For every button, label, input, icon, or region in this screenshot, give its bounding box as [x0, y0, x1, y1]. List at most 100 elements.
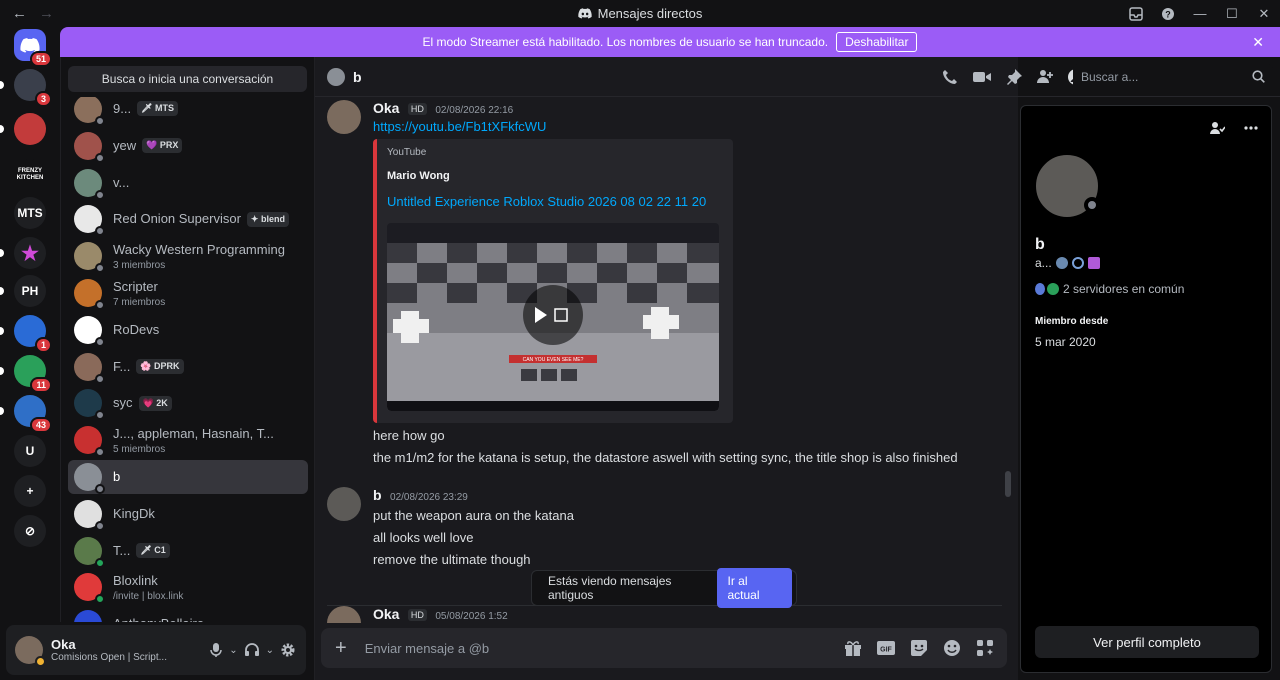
chat-search-placeholder: Buscar a...: [1081, 70, 1139, 84]
avatar[interactable]: [15, 636, 46, 667]
video-thumbnail[interactable]: CAN YOU EVEN SEE ME?: [387, 223, 719, 411]
emoji-icon[interactable]: [942, 639, 962, 657]
dm-item[interactable]: v...: [68, 166, 308, 200]
avatar[interactable]: [327, 487, 361, 521]
microphone-icon[interactable]: [209, 642, 223, 658]
forward-arrow-icon[interactable]: →: [39, 5, 54, 22]
server-server-icon[interactable]: [14, 113, 46, 145]
attach-plus-icon[interactable]: +: [335, 637, 347, 660]
server-add-server-icon[interactable]: +: [14, 475, 46, 507]
unread-pill: [0, 287, 4, 295]
embed-title[interactable]: Untitled Experience Roblox Studio 2026 0…: [387, 194, 721, 209]
clan-tag: HD: [407, 608, 427, 621]
dm-name: AnthonyBellaire: [113, 616, 204, 622]
dm-text: F... 🌸 DPRK: [113, 358, 184, 376]
jump-to-present-button[interactable]: Ir al actual: [717, 568, 792, 608]
message-link[interactable]: https://youtu.be/Fb1tXFkfcWU: [373, 118, 1002, 136]
unread-pill: [0, 125, 4, 133]
message-author[interactable]: b: [373, 487, 382, 503]
avatar[interactable]: [327, 606, 361, 623]
avatar[interactable]: [327, 100, 361, 134]
back-arrow-icon[interactable]: ←: [12, 5, 27, 22]
server-server-icon[interactable]: 11: [14, 355, 52, 393]
minimize-button[interactable]: —: [1184, 0, 1216, 27]
server-server-icon[interactable]: 1: [14, 315, 52, 353]
chevron-down-icon[interactable]: ⌄: [229, 645, 237, 656]
gift-icon[interactable]: [1087, 257, 1100, 269]
voice-call-icon[interactable]: [941, 68, 959, 86]
dm-item[interactable]: Red Onion Supervisor ✦ blend: [68, 202, 308, 237]
embed-author[interactable]: Mario Wong: [387, 170, 721, 182]
server-discord-icon[interactable]: 51: [14, 29, 52, 67]
avatar[interactable]: [1033, 152, 1101, 220]
dm-name: Wacky Western Programming: [113, 242, 285, 258]
dm-item[interactable]: Scripter 7 miembros: [68, 276, 308, 310]
gear-icon[interactable]: [280, 642, 296, 658]
maximize-button[interactable]: ☐: [1216, 0, 1248, 27]
server-server-icon[interactable]: PH: [14, 275, 46, 307]
badge-icon[interactable]: [1071, 257, 1084, 269]
server-server-icon[interactable]: FRENZY KITCHEN: [14, 159, 46, 191]
avatar: [74, 389, 105, 421]
dm-item[interactable]: syc 💗 2K: [68, 386, 308, 421]
inbox-icon[interactable]: [1120, 0, 1152, 27]
dm-item[interactable]: F... 🌸 DPRK: [68, 350, 308, 384]
server-star-icon[interactable]: ★: [14, 237, 46, 269]
status-indicator: [95, 336, 105, 347]
notification-badge: 1: [34, 337, 52, 353]
gif-icon[interactable]: GIF: [876, 639, 896, 657]
dm-item[interactable]: T... 🗡 C1: [68, 534, 308, 568]
dm-item[interactable]: 9... 🗡 MTS: [68, 97, 308, 126]
avatar: [327, 67, 345, 86]
chevron-down-icon[interactable]: ⌄: [266, 645, 274, 656]
member-since-date: 5 mar 2020: [1035, 335, 1096, 349]
help-icon[interactable]: ?: [1152, 0, 1184, 27]
dm-subtitle: /invite | blox.link: [113, 591, 184, 603]
close-window-button[interactable]: ✕: [1248, 0, 1280, 27]
dm-text: 9... 🗡 MTS: [113, 100, 179, 118]
chat-search-input[interactable]: Buscar a...: [1073, 64, 1273, 90]
youtube-embed: YouTube Mario Wong Untitled Experience R…: [373, 139, 733, 423]
more-options-icon[interactable]: [1243, 120, 1259, 136]
chat-scrollbar[interactable]: [1005, 471, 1011, 497]
dm-item[interactable]: J..., appleman, Hasnain, T... 5 miembros: [68, 423, 308, 458]
server-server-icon[interactable]: 3: [14, 69, 52, 107]
dm-item[interactable]: b: [68, 460, 308, 494]
dm-item[interactable]: yew 💜 PRX: [68, 129, 308, 163]
dm-item[interactable]: Bloxlink/invite | blox.link: [68, 570, 308, 605]
disable-streamer-button[interactable]: Deshabilitar: [836, 32, 918, 52]
badge-icon[interactable]: [1055, 257, 1068, 269]
mutual-servers[interactable]: 2 servidores en común: [1063, 282, 1184, 296]
message-author[interactable]: Oka: [373, 100, 399, 116]
server-server-icon[interactable]: U: [14, 435, 46, 467]
user-name: Oka: [51, 637, 76, 652]
dm-item[interactable]: AnthonyBellaire: [68, 607, 308, 622]
apps-icon[interactable]: [975, 639, 995, 657]
message-author[interactable]: Oka: [373, 606, 399, 622]
dm-text: Scripter 7 miembros: [113, 278, 165, 308]
message-composer[interactable]: + Enviar mensaje a @b GIF: [321, 628, 1007, 668]
server-server-icon[interactable]: MTS: [14, 197, 46, 229]
headphones-icon[interactable]: [244, 642, 260, 658]
add-friends-icon[interactable]: [1036, 68, 1054, 86]
sticker-icon[interactable]: [909, 639, 929, 657]
dm-search-button[interactable]: Busca o inicia una conversación: [68, 66, 307, 92]
dm-text: Red Onion Supervisor ✦ blend: [113, 210, 289, 228]
status-indicator: [95, 226, 105, 237]
composer-placeholder[interactable]: Enviar mensaje a @b: [365, 641, 489, 656]
clan-tag: 🗡 MTS: [137, 101, 179, 117]
close-icon[interactable]: ✕: [1252, 34, 1264, 51]
view-full-profile-button[interactable]: Ver perfil completo: [1035, 626, 1259, 658]
dm-item[interactable]: RoDevs: [68, 313, 308, 347]
notification-badge: 51: [29, 51, 52, 67]
pin-icon[interactable]: [1005, 68, 1023, 86]
gift-icon[interactable]: [843, 639, 863, 657]
server-server-icon[interactable]: 43: [14, 395, 52, 433]
server-explore-icon[interactable]: ⊘: [14, 515, 46, 547]
friend-request-icon[interactable]: [1209, 120, 1225, 136]
dm-item[interactable]: Wacky Western Programming 3 miembros: [68, 239, 308, 274]
dm-item[interactable]: KingDk: [68, 497, 308, 531]
video-call-icon[interactable]: [972, 68, 992, 86]
dm-name: RoDevs: [113, 321, 160, 337]
message-timestamp: 02/08/2026 23:29: [390, 492, 468, 503]
